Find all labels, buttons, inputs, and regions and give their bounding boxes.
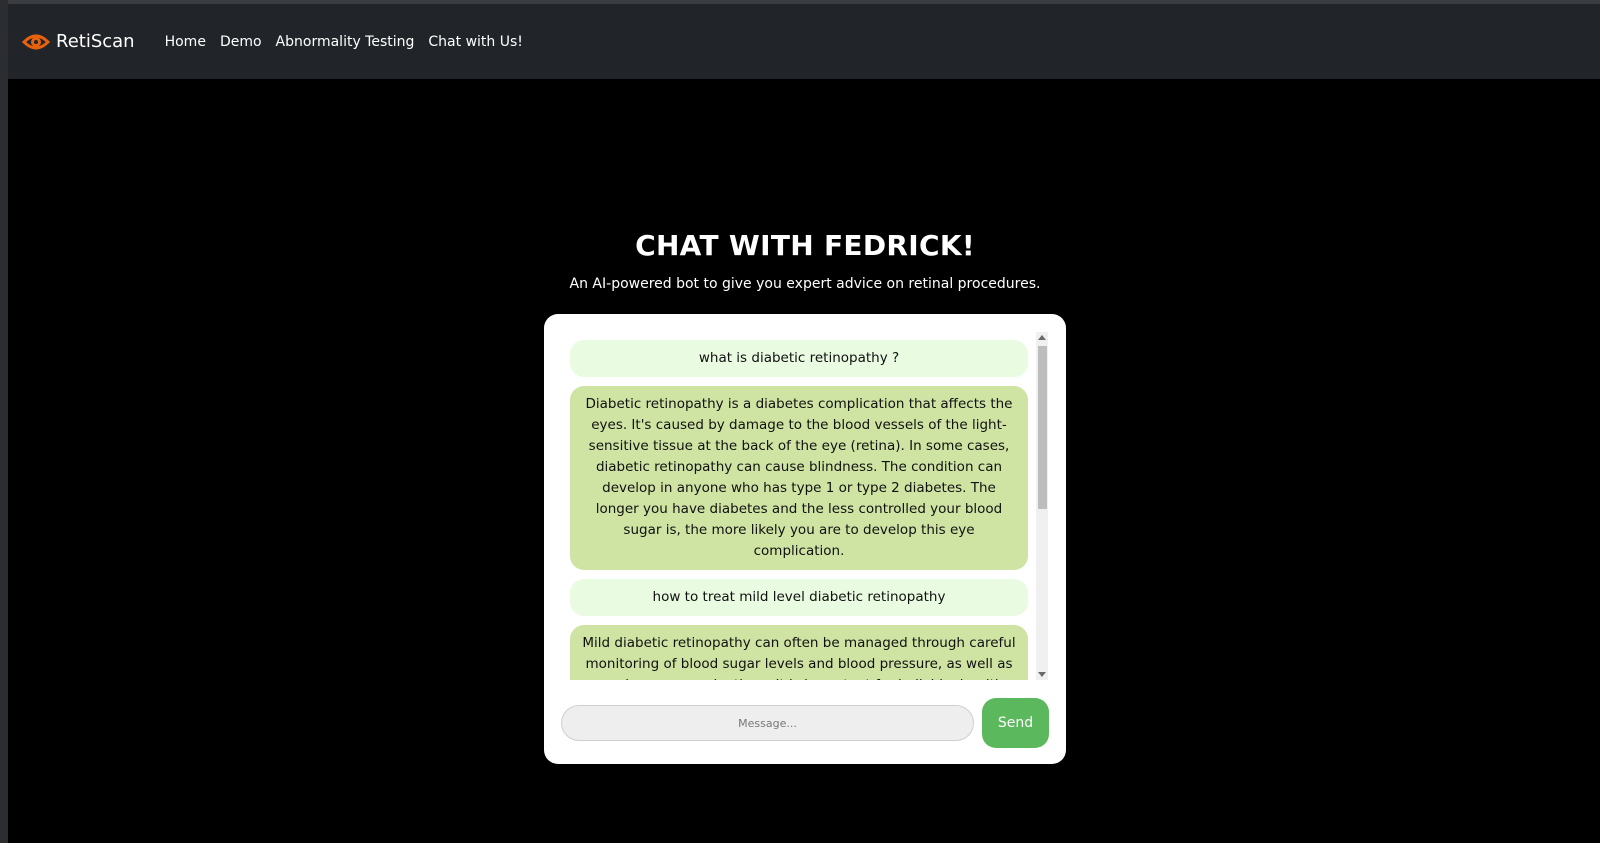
navbar: RetiScan Home Demo Abnormality Testing C…: [8, 4, 1600, 79]
eye-icon: [22, 34, 50, 49]
page-subtitle: An AI-powered bot to give you expert adv…: [569, 276, 1041, 292]
chat-card: what is diabetic retinopathy ? Diabetic …: [544, 314, 1066, 764]
nav-link-chat[interactable]: Chat with Us!: [428, 34, 522, 50]
user-message: what is diabetic retinopathy ?: [570, 340, 1028, 377]
nav-links: Home Demo Abnormality Testing Chat with …: [165, 34, 537, 50]
chat-messages[interactable]: what is diabetic retinopathy ? Diabetic …: [570, 340, 1040, 680]
nav-link-demo[interactable]: Demo: [220, 34, 262, 50]
chat-scrollbar[interactable]: [1036, 332, 1048, 680]
user-message: how to treat mild level diabetic retinop…: [570, 579, 1028, 616]
brand-link[interactable]: RetiScan: [22, 31, 135, 53]
nav-link-abnormality-testing[interactable]: Abnormality Testing: [276, 34, 415, 50]
send-button[interactable]: Send: [982, 698, 1049, 748]
page-title: CHAT WITH FEDRICK!: [635, 229, 975, 262]
bot-message: Mild diabetic retinopathy can often be m…: [570, 625, 1028, 680]
nav-link-home[interactable]: Home: [165, 34, 206, 50]
scroll-down-arrow-icon[interactable]: [1038, 672, 1046, 677]
scrollbar-thumb[interactable]: [1038, 346, 1047, 509]
brand-name: RetiScan: [56, 31, 135, 52]
window-left-border: [0, 0, 8, 843]
bot-message: Diabetic retinopathy is a diabetes compl…: [570, 386, 1028, 570]
message-input[interactable]: [561, 705, 974, 741]
scroll-up-arrow-icon[interactable]: [1038, 335, 1046, 340]
